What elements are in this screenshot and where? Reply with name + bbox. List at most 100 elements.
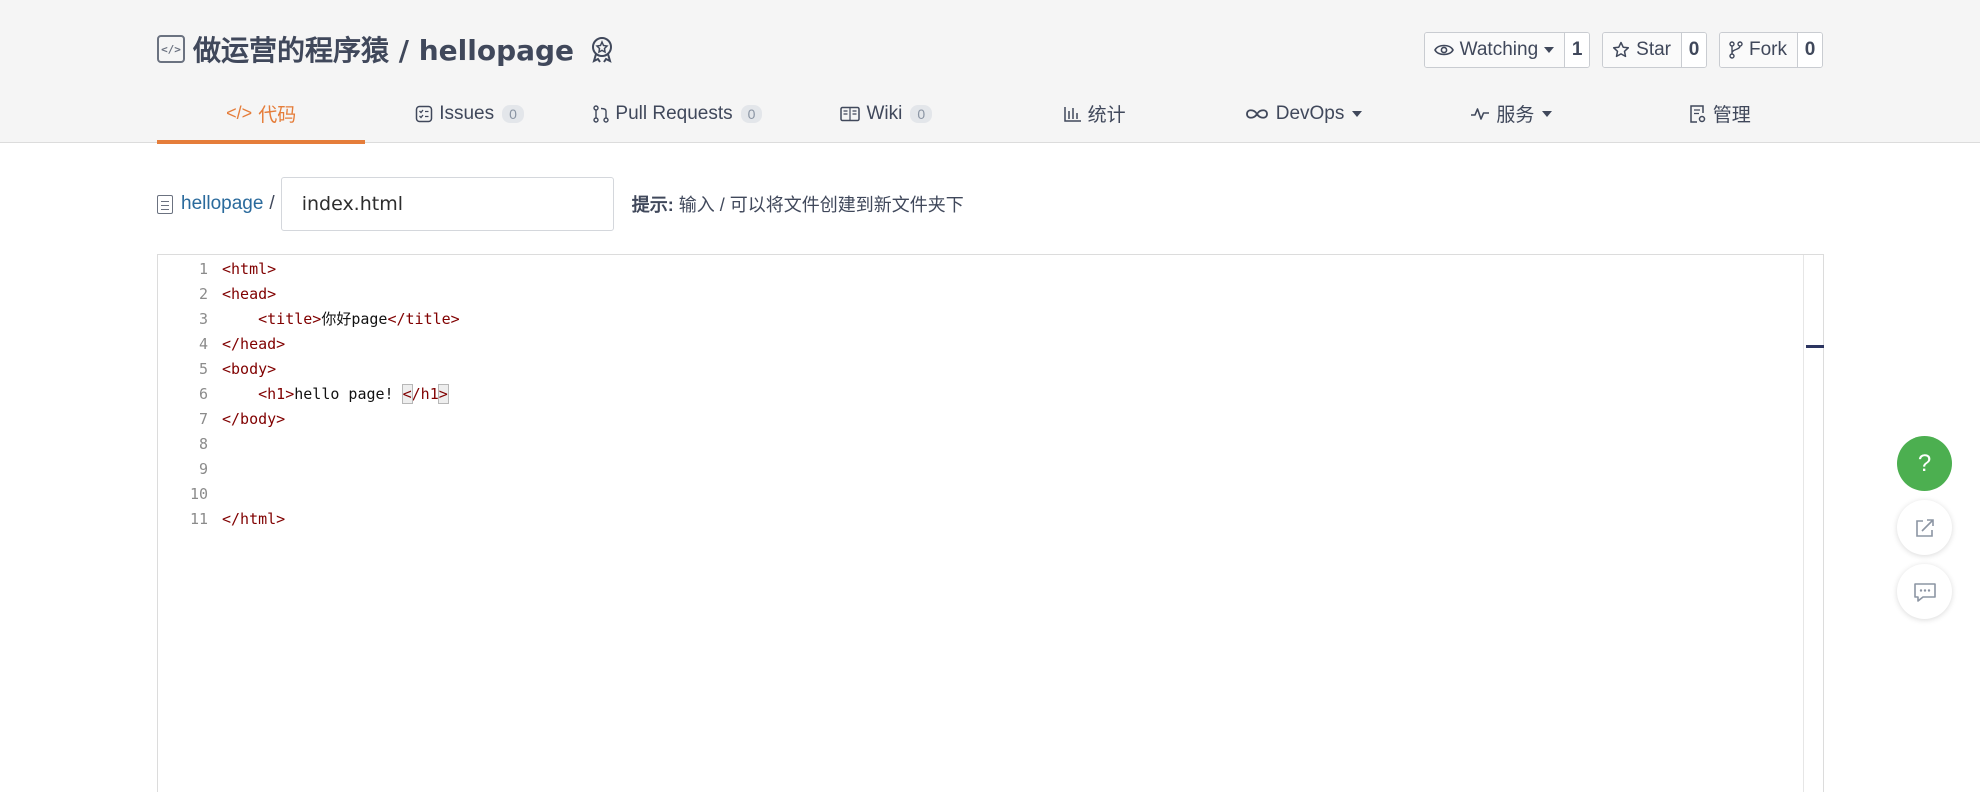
tab-code[interactable]: </> 代码 [157,90,366,144]
code-editor[interactable]: 1 <html> 2 <head> 3 <title>你好page</title… [157,254,1824,792]
fork-label-wrap: Fork [1720,33,1798,67]
line-number: 8 [198,434,208,453]
repo-actions: Watching 1 Star 0 Fork 0 [1423,32,1823,68]
editor-line: 11 </html> [158,506,1758,531]
star-button[interactable]: Star 0 [1602,32,1707,68]
repo-root-link[interactable]: hellopage [181,193,263,215]
line-number: 9 [198,459,208,478]
pulse-icon [1471,107,1490,120]
code-line: <h1>hello page! </h1> [222,383,449,404]
repo-title: </> 做运营的程序猿 / hellopage [157,30,616,68]
repo-header: </> 做运营的程序猿 / hellopage Watching 1 Star … [0,0,1980,144]
editor-line: 1 <html> [158,256,1758,281]
eye-icon [1433,44,1454,56]
code-token: </head> [222,334,286,353]
share-button[interactable] [1897,500,1952,555]
tab-wiki-label: Wiki [866,102,903,124]
help-button[interactable]: ? [1897,436,1952,491]
code-token: <head> [222,284,277,303]
code-token: </html> [222,509,286,528]
editor-line: 9 [158,456,1758,481]
issues-icon [415,105,433,122]
line-number: 11 [189,509,208,528]
tab-pull-requests-label: Pull Requests [615,102,733,124]
tab-pull-requests[interactable]: Pull Requests 0 [574,90,782,143]
award-badge-icon[interactable] [588,35,616,63]
line-number: 2 [198,284,208,303]
star-icon [1613,41,1630,58]
tab-issues-label: Issues [439,102,495,124]
line-number: 1 [198,259,208,278]
code-line: </body> [222,410,285,428]
watch-label: Watching [1459,39,1539,60]
tab-wiki-count: 0 [910,104,933,123]
help-label: ? [1917,449,1932,477]
watch-count[interactable]: 1 [1565,33,1590,67]
editor-line: 4 </head> [158,331,1758,356]
editor-line: 3 <title>你好page</title> [158,306,1758,331]
fork-label: Fork [1749,39,1787,60]
tab-manage[interactable]: 管理 [1616,90,1824,143]
code-token: /h1 [411,384,439,403]
fork-icon [1729,41,1743,59]
hint-text: 输入 / 可以将文件创建到新文件夹下 [673,195,964,215]
editor-line: 6 <h1>hello page! </h1> [158,381,1758,406]
matched-bracket: < [401,383,413,404]
file-path-row: hellopage / 提示: 输入 / 可以将文件创建到新文件夹下 [157,176,964,232]
file-icon [157,194,173,214]
repo-tabs: </> 代码 Issues 0 Pull Requests 0 Wiki 0 统… [157,90,1824,144]
code-text: hello page! [294,384,403,403]
tab-wiki[interactable]: Wiki 0 [782,90,990,143]
line-number: 7 [198,409,208,428]
settings-doc-icon [1690,104,1706,123]
pull-request-icon [593,104,610,123]
infinity-icon [1245,108,1268,119]
code-line: </head> [222,335,285,353]
editor-line: 5 <body> [158,356,1758,381]
line-number: 5 [198,359,208,378]
editor-line: 2 <head> [158,281,1758,306]
tab-issues[interactable]: Issues 0 [365,90,573,143]
fork-button[interactable]: Fork 0 [1719,32,1823,68]
tab-stats[interactable]: 统计 [991,90,1199,143]
hint-label: 提示: [631,195,674,215]
path-hint: 提示: 输入 / 可以将文件创建到新文件夹下 [632,191,964,217]
filename-input[interactable] [280,177,614,231]
code-line: <title>你好page</title> [222,308,460,329]
chevron-down-icon [1542,110,1553,117]
code-token: <title> [258,310,322,328]
bar-chart-icon [1063,106,1081,122]
code-token: </body> [222,409,286,428]
code-line: <html> [222,260,276,278]
book-icon [840,106,861,121]
tab-issues-count: 0 [502,104,524,123]
code-text: 你好page [321,310,388,328]
line-number: 10 [189,484,208,503]
chevron-down-icon [1352,110,1363,117]
star-label: Star [1636,39,1671,60]
watch-button[interactable]: Watching 1 [1423,32,1591,68]
code-icon: </> [226,103,253,123]
code-icon: </> [157,35,185,63]
comment-button[interactable] [1897,564,1952,619]
editor-overview-ruler[interactable] [1803,255,1824,792]
tab-devops-label: DevOps [1275,102,1345,124]
tab-services[interactable]: 服务 [1407,90,1615,143]
code-line: <body> [222,360,276,378]
fork-count[interactable]: 0 [1798,33,1822,67]
code-token: <html> [222,259,277,278]
line-number: 6 [198,384,208,403]
tab-manage-label: 管理 [1712,105,1751,126]
share-icon [1915,518,1934,537]
tab-stats-label: 统计 [1087,105,1126,126]
code-token: <h1> [258,384,295,403]
star-count[interactable]: 0 [1682,33,1706,67]
tab-code-label: 代码 [258,105,297,126]
code-line: <head> [222,285,276,303]
repo-name[interactable]: 做运营的程序猿 / hellopage [193,29,574,69]
code-line: </html> [222,510,285,528]
editor-line: 10 [158,481,1758,506]
tab-devops[interactable]: DevOps [1199,90,1407,143]
editor-line: 8 [158,431,1758,456]
tab-services-label: 服务 [1496,105,1535,126]
